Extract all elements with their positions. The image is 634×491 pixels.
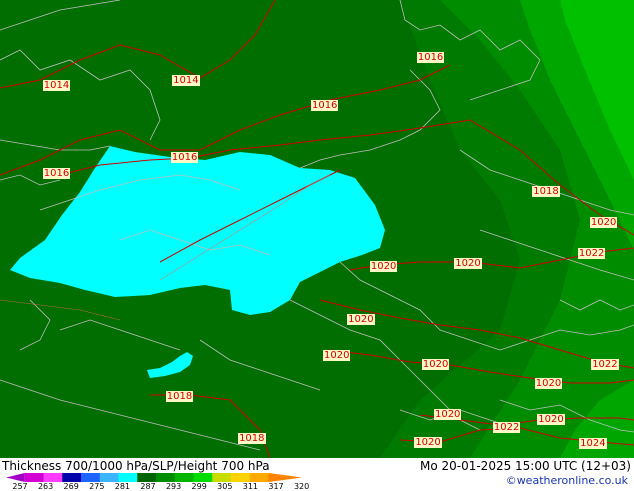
scale-swatch: [249, 473, 269, 482]
scale-swatch: [193, 473, 213, 482]
isobar-label: 1020: [534, 377, 563, 389]
isobar-label: 1016: [416, 52, 445, 64]
scale-swatch: [231, 473, 251, 482]
isobar-label: 1020: [347, 313, 375, 325]
scale-swatch: [156, 473, 176, 482]
scale-arrow-left: [6, 473, 25, 482]
isobar-label: 1020: [369, 261, 398, 272]
isobar-label: 1024: [579, 437, 607, 449]
isobar-label: 1018: [238, 433, 266, 445]
isobar-label: 1022: [591, 359, 619, 371]
isobar-label: 1016: [170, 152, 199, 163]
isobar-label: 1014: [42, 80, 71, 92]
isobar-label: 1022: [577, 248, 606, 260]
scale-swatch: [118, 473, 138, 482]
caption-bar: Thickness 700/1000 hPa/SLP/Height 700 hP…: [0, 458, 634, 491]
isobar-label: 1018: [532, 185, 560, 197]
scale-swatch: [174, 473, 194, 482]
scale-swatch: [81, 473, 101, 482]
scale-arrow-right: [268, 473, 303, 482]
isobar-label: 1020: [433, 408, 462, 420]
map-title: Thickness 700/1000 hPa/SLP/Height 700 hP…: [2, 459, 270, 473]
isobar-label: 1020: [537, 413, 565, 425]
scale-swatch: [212, 473, 232, 482]
isobar-label: 1016: [42, 168, 71, 180]
scale-swatch: [43, 473, 63, 482]
scale-swatch: [137, 473, 157, 482]
isobar-label: 1020: [454, 257, 482, 269]
isobar-label: 1016: [310, 100, 339, 112]
weather-map: [0, 0, 634, 458]
map-datetime: Mo 20-01-2025 15:00 UTC (12+03): [419, 459, 631, 473]
isobar-label: 1020: [323, 349, 351, 361]
thickness-color-scale: [6, 473, 303, 482]
isobar-label: 1020: [414, 436, 442, 448]
scale-swatch: [62, 473, 82, 482]
isobar-label: 1022: [492, 421, 521, 433]
isobar-label: 1018: [165, 391, 194, 403]
isobar-label: 1014: [172, 75, 200, 87]
scale-swatch: [24, 473, 44, 482]
isobar-label: 1020: [421, 359, 450, 371]
isobar-label: 1020: [589, 217, 618, 229]
scale-swatch: [99, 473, 119, 482]
credit-link[interactable]: ©weatheronline.co.uk: [506, 474, 628, 487]
